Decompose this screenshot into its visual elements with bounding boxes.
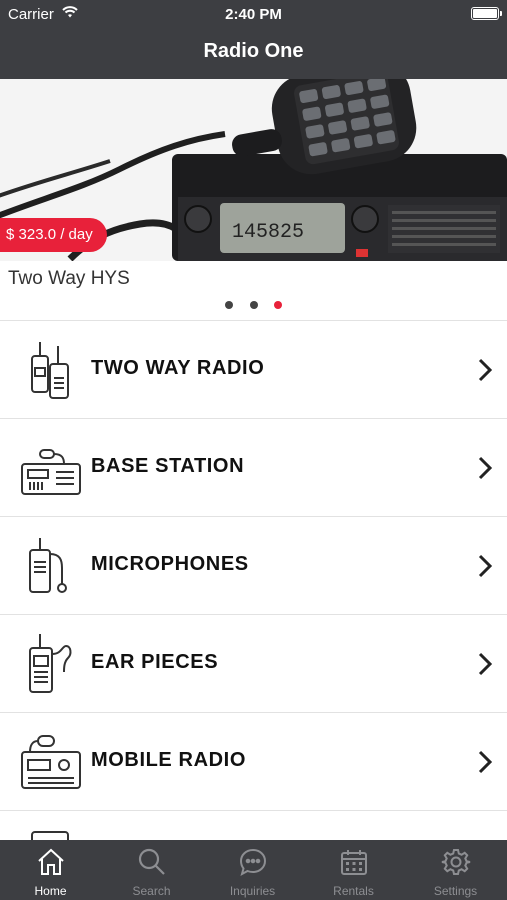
ear-piece-icon [29, 634, 72, 693]
category-row-mobile-radio[interactable]: MOBILE RADIO [0, 712, 507, 810]
tab-search[interactable]: Search [101, 840, 202, 900]
status-time: 2:40 PM [225, 6, 282, 23]
svg-text:145825: 145825 [232, 221, 304, 244]
price-badge: $ 323.0 / day [0, 218, 107, 252]
page-title: Radio One [203, 40, 304, 62]
tab-label: Rentals [333, 884, 374, 898]
category-row-two-way-radio[interactable]: TWO WAY RADIO [0, 320, 507, 418]
top-bar: Carrier 2:40 PM Radio One [0, 0, 507, 79]
chevron-right-icon [478, 456, 493, 480]
tab-label: Search [132, 884, 171, 898]
category-list: TWO WAY RADIO BASE STATION MICROPHONES E… [0, 320, 507, 900]
category-row-ear-pieces[interactable]: EAR PIECES [0, 614, 507, 712]
category-label: BASE STATION [91, 455, 245, 477]
tab-label: Home [34, 884, 67, 898]
carousel-page-indicator[interactable] [0, 296, 507, 314]
page-dot-2[interactable] [249, 301, 258, 309]
tab-label: Settings [433, 884, 478, 898]
carousel-title: Two Way HYS [8, 268, 130, 289]
category-label: EAR PIECES [91, 651, 219, 673]
microphone-icon [29, 538, 67, 593]
tab-bar: Home Search Inquiries Rentals Settings [0, 840, 507, 900]
calendar-icon [341, 850, 367, 875]
status-bar: Carrier 2:40 PM [0, 0, 507, 28]
battery-icon [471, 7, 502, 20]
base-station-icon [21, 449, 81, 495]
home-icon [38, 848, 64, 875]
page-dot-1[interactable] [225, 301, 234, 309]
chevron-right-icon [478, 750, 493, 774]
tab-inquiries[interactable]: Inquiries [202, 840, 303, 900]
category-label: MICROPHONES [91, 553, 249, 575]
tab-rentals[interactable]: Rentals [303, 840, 404, 900]
tab-settings[interactable]: Settings [405, 840, 506, 900]
category-row-base-station[interactable]: BASE STATION [0, 418, 507, 516]
chevron-right-icon [478, 358, 493, 382]
tab-home[interactable]: Home [0, 840, 101, 900]
gear-icon [441, 849, 471, 875]
search-icon [138, 848, 165, 875]
page-dot-3[interactable] [273, 301, 282, 309]
category-label: TWO WAY RADIO [91, 357, 265, 379]
chevron-right-icon [478, 554, 493, 578]
chat-bubble-icon [239, 848, 267, 877]
chevron-right-icon [478, 652, 493, 676]
category-row-microphones[interactable]: MICROPHONES [0, 516, 507, 614]
category-label: MOBILE RADIO [91, 749, 246, 771]
tab-label: Inquiries [229, 884, 276, 898]
walkie-talkie-icon [31, 342, 69, 399]
mobile-radio-icon [21, 735, 81, 789]
